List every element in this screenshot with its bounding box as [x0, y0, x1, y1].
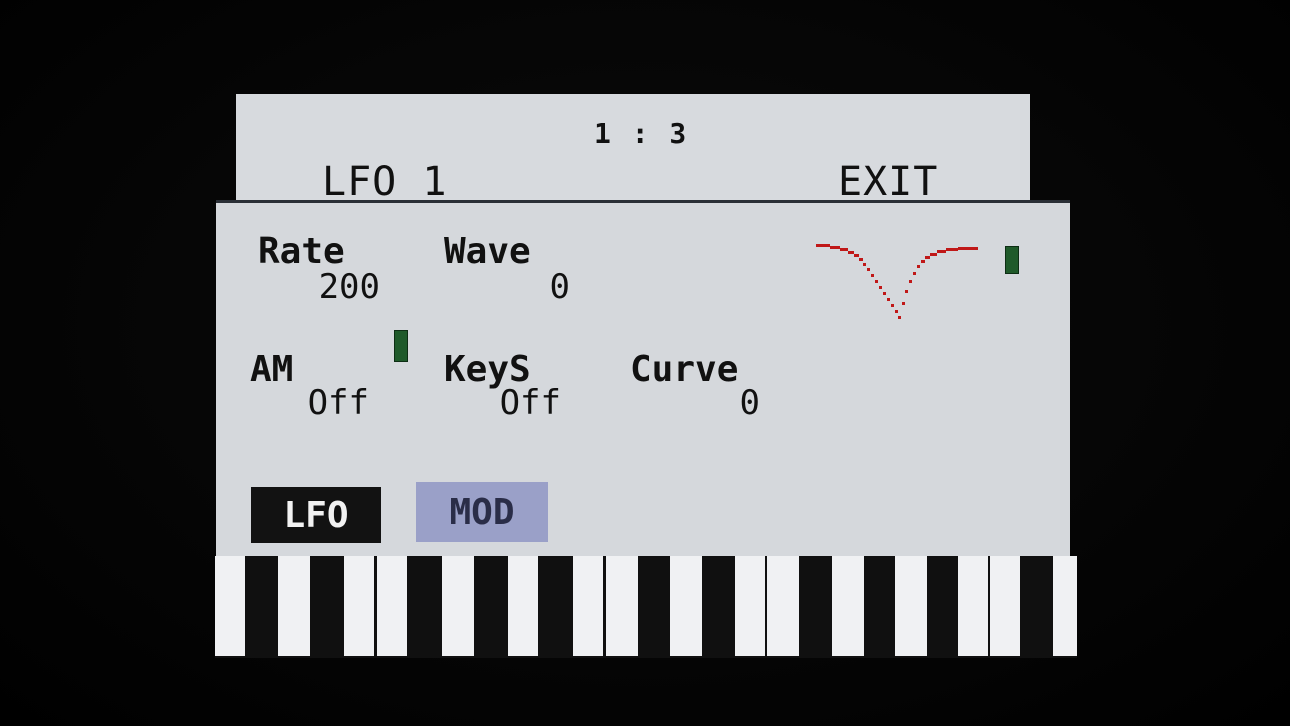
- page-title: LFO 1: [322, 159, 448, 205]
- lfo-waveform-preview-icon: [816, 244, 978, 319]
- piano-key[interactable]: [670, 556, 702, 656]
- param-am-label[interactable]: AM: [250, 352, 293, 388]
- piano-key[interactable]: [1053, 556, 1077, 656]
- am-level-meter: [394, 330, 408, 362]
- param-keys-value[interactable]: Off: [449, 386, 561, 420]
- tab-mod[interactable]: MOD: [416, 482, 548, 542]
- param-rate-value[interactable]: 200: [288, 270, 380, 304]
- piano-key[interactable]: [735, 556, 765, 656]
- piano-key[interactable]: [215, 556, 245, 656]
- device-frame: 1 : 3 LFO 1 EXIT Rate 200 Wave 0 AM Off …: [0, 0, 1290, 726]
- param-curve-value[interactable]: 0: [700, 386, 760, 420]
- piano-key[interactable]: [606, 556, 638, 656]
- param-wave-label[interactable]: Wave: [444, 234, 531, 270]
- param-rate-label[interactable]: Rate: [258, 234, 345, 270]
- piano-key[interactable]: [377, 556, 407, 656]
- page-counter: 1 : 3: [594, 117, 689, 150]
- tab-lfo[interactable]: LFO: [251, 487, 381, 543]
- exit-button[interactable]: EXIT: [838, 162, 938, 202]
- piano-key[interactable]: [832, 556, 864, 656]
- param-am-value[interactable]: Off: [257, 386, 369, 420]
- param-wave-value[interactable]: 0: [500, 270, 570, 304]
- piano-key[interactable]: [278, 556, 310, 656]
- piano-key[interactable]: [958, 556, 988, 656]
- piano-key[interactable]: [895, 556, 927, 656]
- piano-key[interactable]: [573, 556, 603, 656]
- piano-keyboard[interactable]: [215, 556, 1077, 658]
- piano-key[interactable]: [990, 556, 1020, 656]
- piano-key[interactable]: [767, 556, 799, 656]
- lfo-output-meter: [1005, 246, 1019, 274]
- piano-key[interactable]: [344, 556, 374, 656]
- piano-key[interactable]: [442, 556, 474, 656]
- param-curve-label[interactable]: Curve: [630, 352, 738, 388]
- piano-key[interactable]: [508, 556, 538, 656]
